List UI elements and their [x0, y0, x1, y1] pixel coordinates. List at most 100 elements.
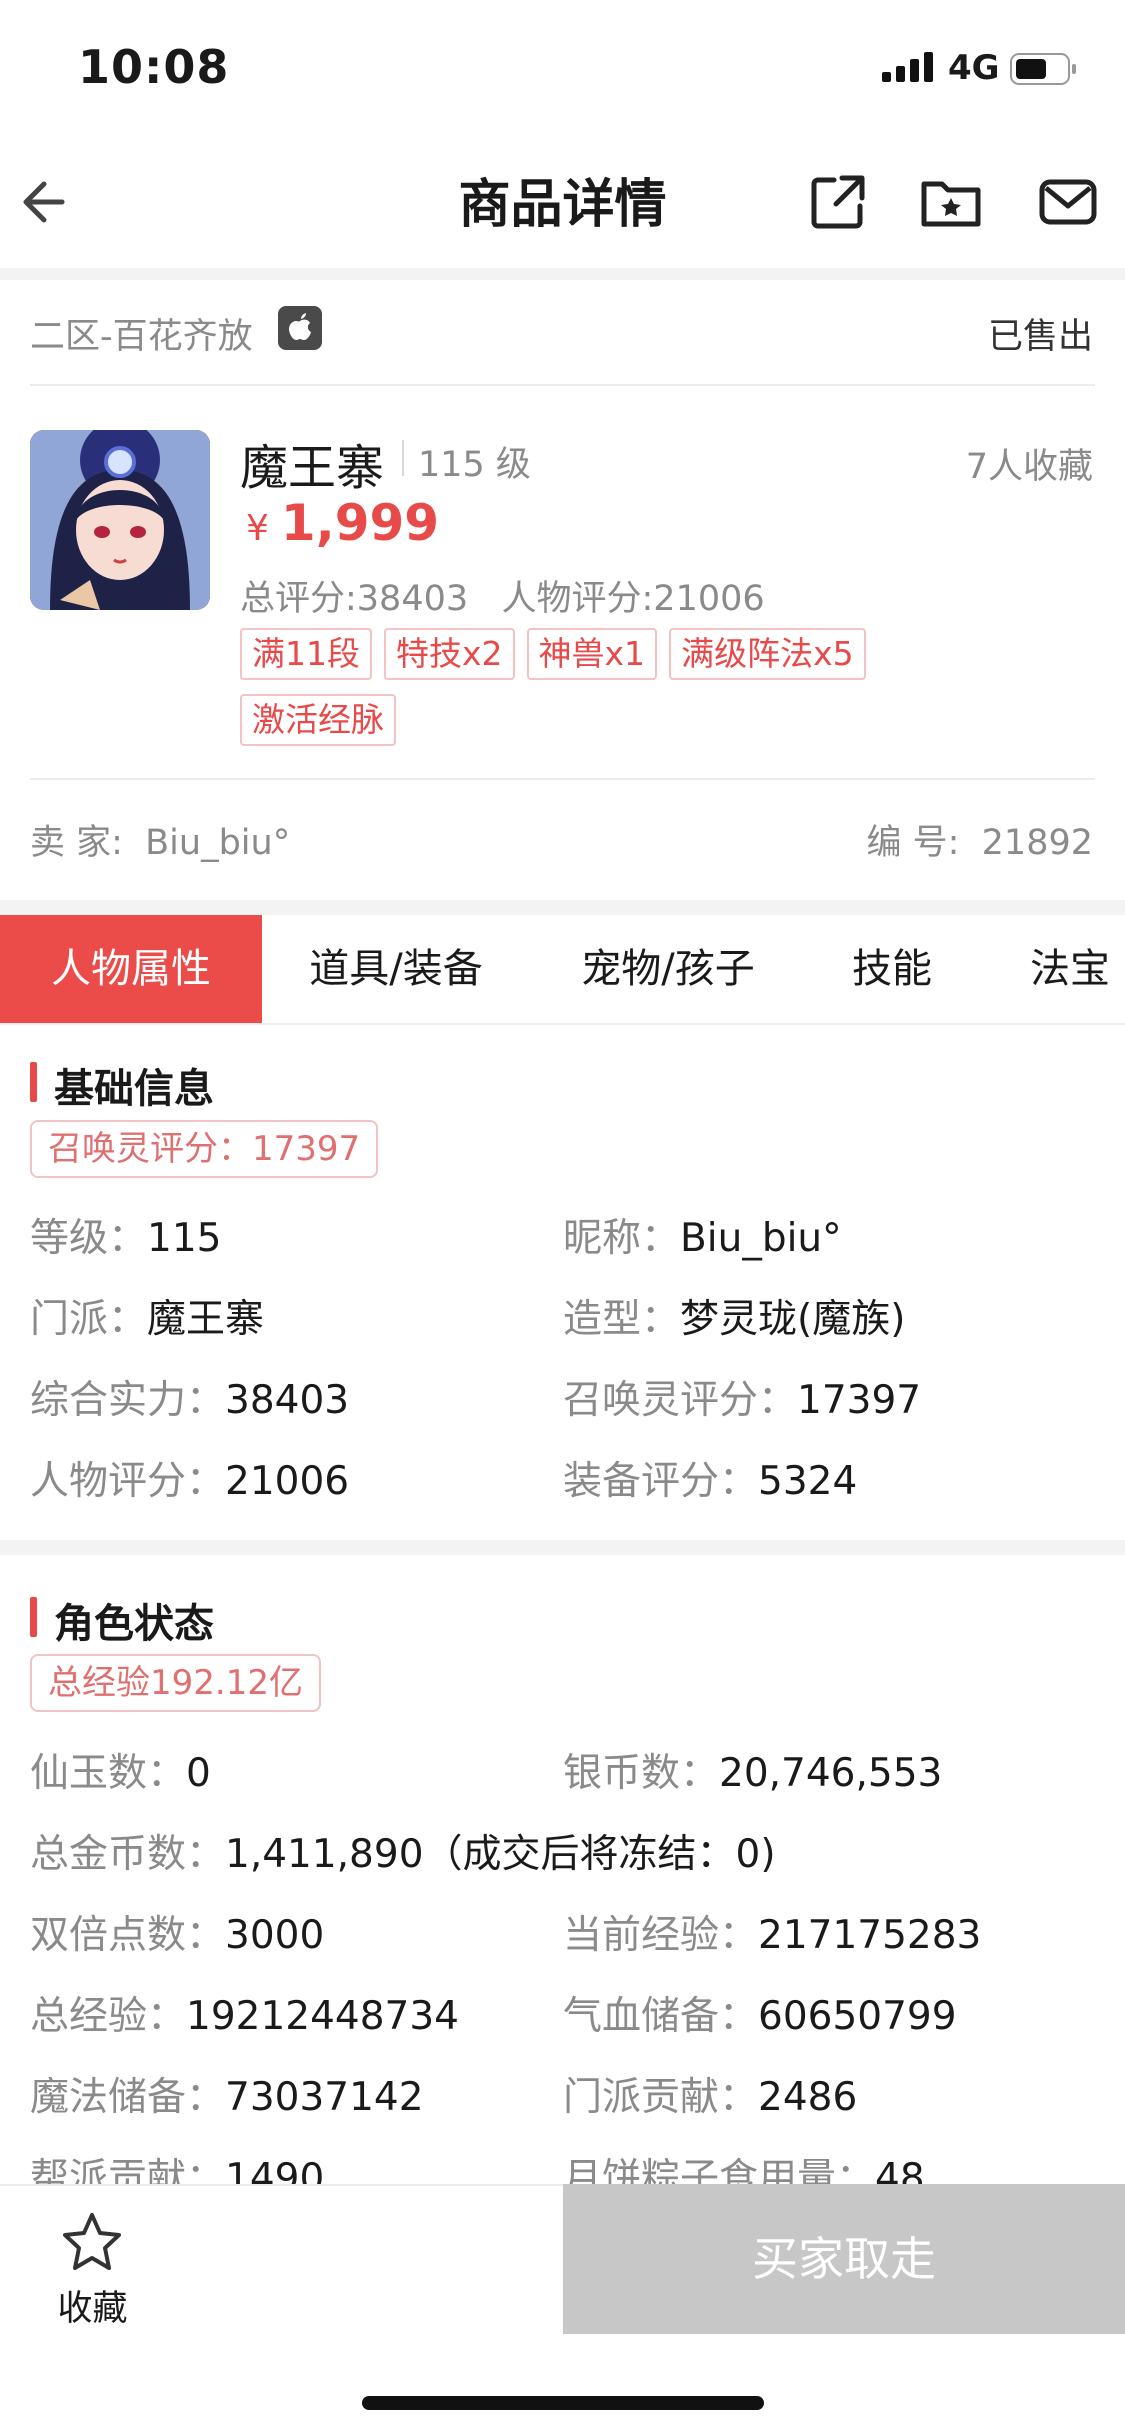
character-avatar — [30, 430, 210, 610]
feature-tag: 满级阵法x5 — [669, 628, 866, 680]
stat-value: 1,411,890（成交后将冻结：0) — [225, 1832, 776, 1877]
stat-current-exp: 当前经验：217175283 — [563, 1904, 981, 1960]
stat-value: 19212448734 — [186, 1994, 459, 2039]
stat-label: 气血储备： — [563, 1994, 759, 2039]
section-marker — [30, 1597, 37, 1637]
stat-value: 魔王寨 — [147, 1297, 265, 1342]
stat-value: 20,746,553 — [719, 1751, 943, 1796]
stat-label: 门派： — [30, 1297, 148, 1342]
buyer-taken-button[interactable]: 买家取走 — [563, 2184, 1125, 2334]
stat-value: Biu_biu° — [680, 1216, 842, 1261]
stat-equipment-score: 装备评分：5324 — [563, 1450, 857, 1506]
stat-value: 21006 — [225, 1459, 350, 1504]
stat-label: 当前经验： — [563, 1913, 759, 1958]
divider — [30, 778, 1095, 780]
share-icon[interactable] — [806, 170, 870, 234]
stat-overall-power: 综合实力：38403 — [30, 1369, 349, 1425]
divider — [402, 440, 404, 476]
feature-tags: 满11段 特技x2 神兽x1 满级阵法x5 激活经脉 — [240, 628, 940, 746]
tab-pets[interactable]: 宠物/孩子 — [530, 915, 806, 1023]
feature-tag: 特技x2 — [384, 628, 515, 680]
tab-skills[interactable]: 技能 — [822, 915, 962, 1023]
stat-hp-reserve: 气血储备：60650799 — [563, 1985, 957, 2041]
tab-character[interactable]: 人物属性 — [0, 915, 262, 1023]
stat-label: 装备评分： — [563, 1459, 759, 1504]
feature-tag: 激活经脉 — [240, 694, 396, 746]
favorite-label: 收藏 — [57, 2289, 128, 2329]
stat-value: 0 — [186, 1751, 211, 1796]
stat-label: 昵称： — [563, 1216, 681, 1261]
status-time: 10:08 — [78, 40, 230, 94]
stat-label: 人物评分： — [30, 1459, 226, 1504]
signal-icon — [882, 52, 933, 82]
separator — [0, 900, 1125, 915]
currency-symbol: ¥ — [246, 508, 269, 549]
server-name: 二区-百花齐放 — [30, 317, 253, 357]
home-indicator[interactable] — [362, 2396, 764, 2410]
stat-value: 217175283 — [758, 1913, 982, 1958]
status-bar: 10:08 4G — [0, 0, 1125, 140]
separator — [0, 268, 1125, 280]
favorite-count: 7人收藏 — [965, 447, 1093, 487]
stat-value: 5324 — [758, 1459, 858, 1504]
stat-school-contribution: 门派贡献：2486 — [563, 2066, 857, 2122]
stat-mp-reserve: 魔法储备：73037142 — [30, 2066, 424, 2122]
tab-bar: 人物属性 道具/装备 宠物/孩子 技能 法宝 — [0, 915, 1125, 1025]
stat-label: 门派贡献： — [563, 2075, 759, 2120]
feature-tag: 满11段 — [240, 628, 372, 680]
stat-value: 60650799 — [758, 1994, 957, 2039]
stat-value: 115 — [147, 1216, 222, 1261]
price: ¥1,999 — [246, 494, 439, 552]
role-name: 魔王寨 — [240, 440, 385, 496]
stat-level: 等级：115 — [30, 1207, 221, 1263]
stat-gold: 总金币数：1,411,890（成交后将冻结：0) — [30, 1823, 776, 1879]
folder-star-icon[interactable] — [918, 170, 984, 234]
section-title-status: 角色状态 — [54, 1601, 214, 1647]
stat-label: 仙玉数： — [30, 1751, 187, 1796]
stat-value: 3000 — [225, 1913, 325, 1958]
stat-school: 门派：魔王寨 — [30, 1288, 264, 1344]
section-marker — [30, 1062, 37, 1102]
nav-bar: 商品详情 — [0, 140, 1125, 270]
serial-number: 编 号: 21892 — [866, 823, 1093, 863]
stat-label: 造型： — [563, 1297, 681, 1342]
stat-value: 17397 — [797, 1378, 922, 1423]
stat-double-points: 双倍点数：3000 — [30, 1904, 324, 1960]
sold-status: 已售出 — [987, 317, 1093, 357]
stat-value: 73037142 — [225, 2075, 424, 2120]
total-exp-badge: 总经验192.12亿 — [30, 1654, 321, 1712]
stat-label: 等级： — [30, 1216, 148, 1261]
stat-character-score: 人物评分：21006 — [30, 1450, 349, 1506]
tab-items[interactable]: 道具/装备 — [276, 915, 516, 1023]
divider — [30, 384, 1095, 386]
score-summary: 总评分:38403 人物评分:21006 — [240, 579, 765, 619]
stat-label: 魔法储备： — [30, 2075, 226, 2120]
stat-label: 银币数： — [563, 1751, 720, 1796]
section-title-basic: 基础信息 — [54, 1066, 214, 1112]
stat-appearance: 造型：梦灵珑(魔族) — [563, 1288, 905, 1344]
stat-total-exp: 总经验：19212448734 — [30, 1985, 459, 2041]
apple-platform-icon — [278, 306, 322, 350]
tab-treasures[interactable]: 法宝 — [1000, 915, 1125, 1023]
summon-score-badge: 召唤灵评分：17397 — [30, 1120, 379, 1178]
stat-value: 2486 — [758, 2075, 858, 2120]
separator — [0, 1540, 1125, 1555]
stat-label: 双倍点数： — [30, 1913, 226, 1958]
stat-value: 梦灵珑(魔族) — [680, 1297, 906, 1342]
stat-silver: 银币数：20,746,553 — [563, 1742, 942, 1798]
stat-label: 总金币数： — [30, 1832, 226, 1877]
battery-icon — [1010, 53, 1076, 85]
stat-label: 总经验： — [30, 1994, 187, 2039]
favorite-button[interactable]: 收藏 — [0, 2184, 185, 2334]
stat-value: 38403 — [225, 1378, 350, 1423]
stat-summon-score: 召唤灵评分：17397 — [563, 1369, 921, 1425]
network-label: 4G — [948, 48, 1000, 88]
star-icon — [63, 2213, 121, 2270]
stat-jade: 仙玉数：0 — [30, 1742, 211, 1798]
stat-nickname: 昵称：Biu_biu° — [563, 1207, 842, 1263]
stat-label: 综合实力： — [30, 1378, 226, 1423]
mail-icon[interactable] — [1036, 170, 1100, 234]
price-value: 1,999 — [280, 494, 440, 552]
feature-tag: 神兽x1 — [526, 628, 658, 680]
stat-label: 召唤灵评分： — [563, 1378, 798, 1423]
